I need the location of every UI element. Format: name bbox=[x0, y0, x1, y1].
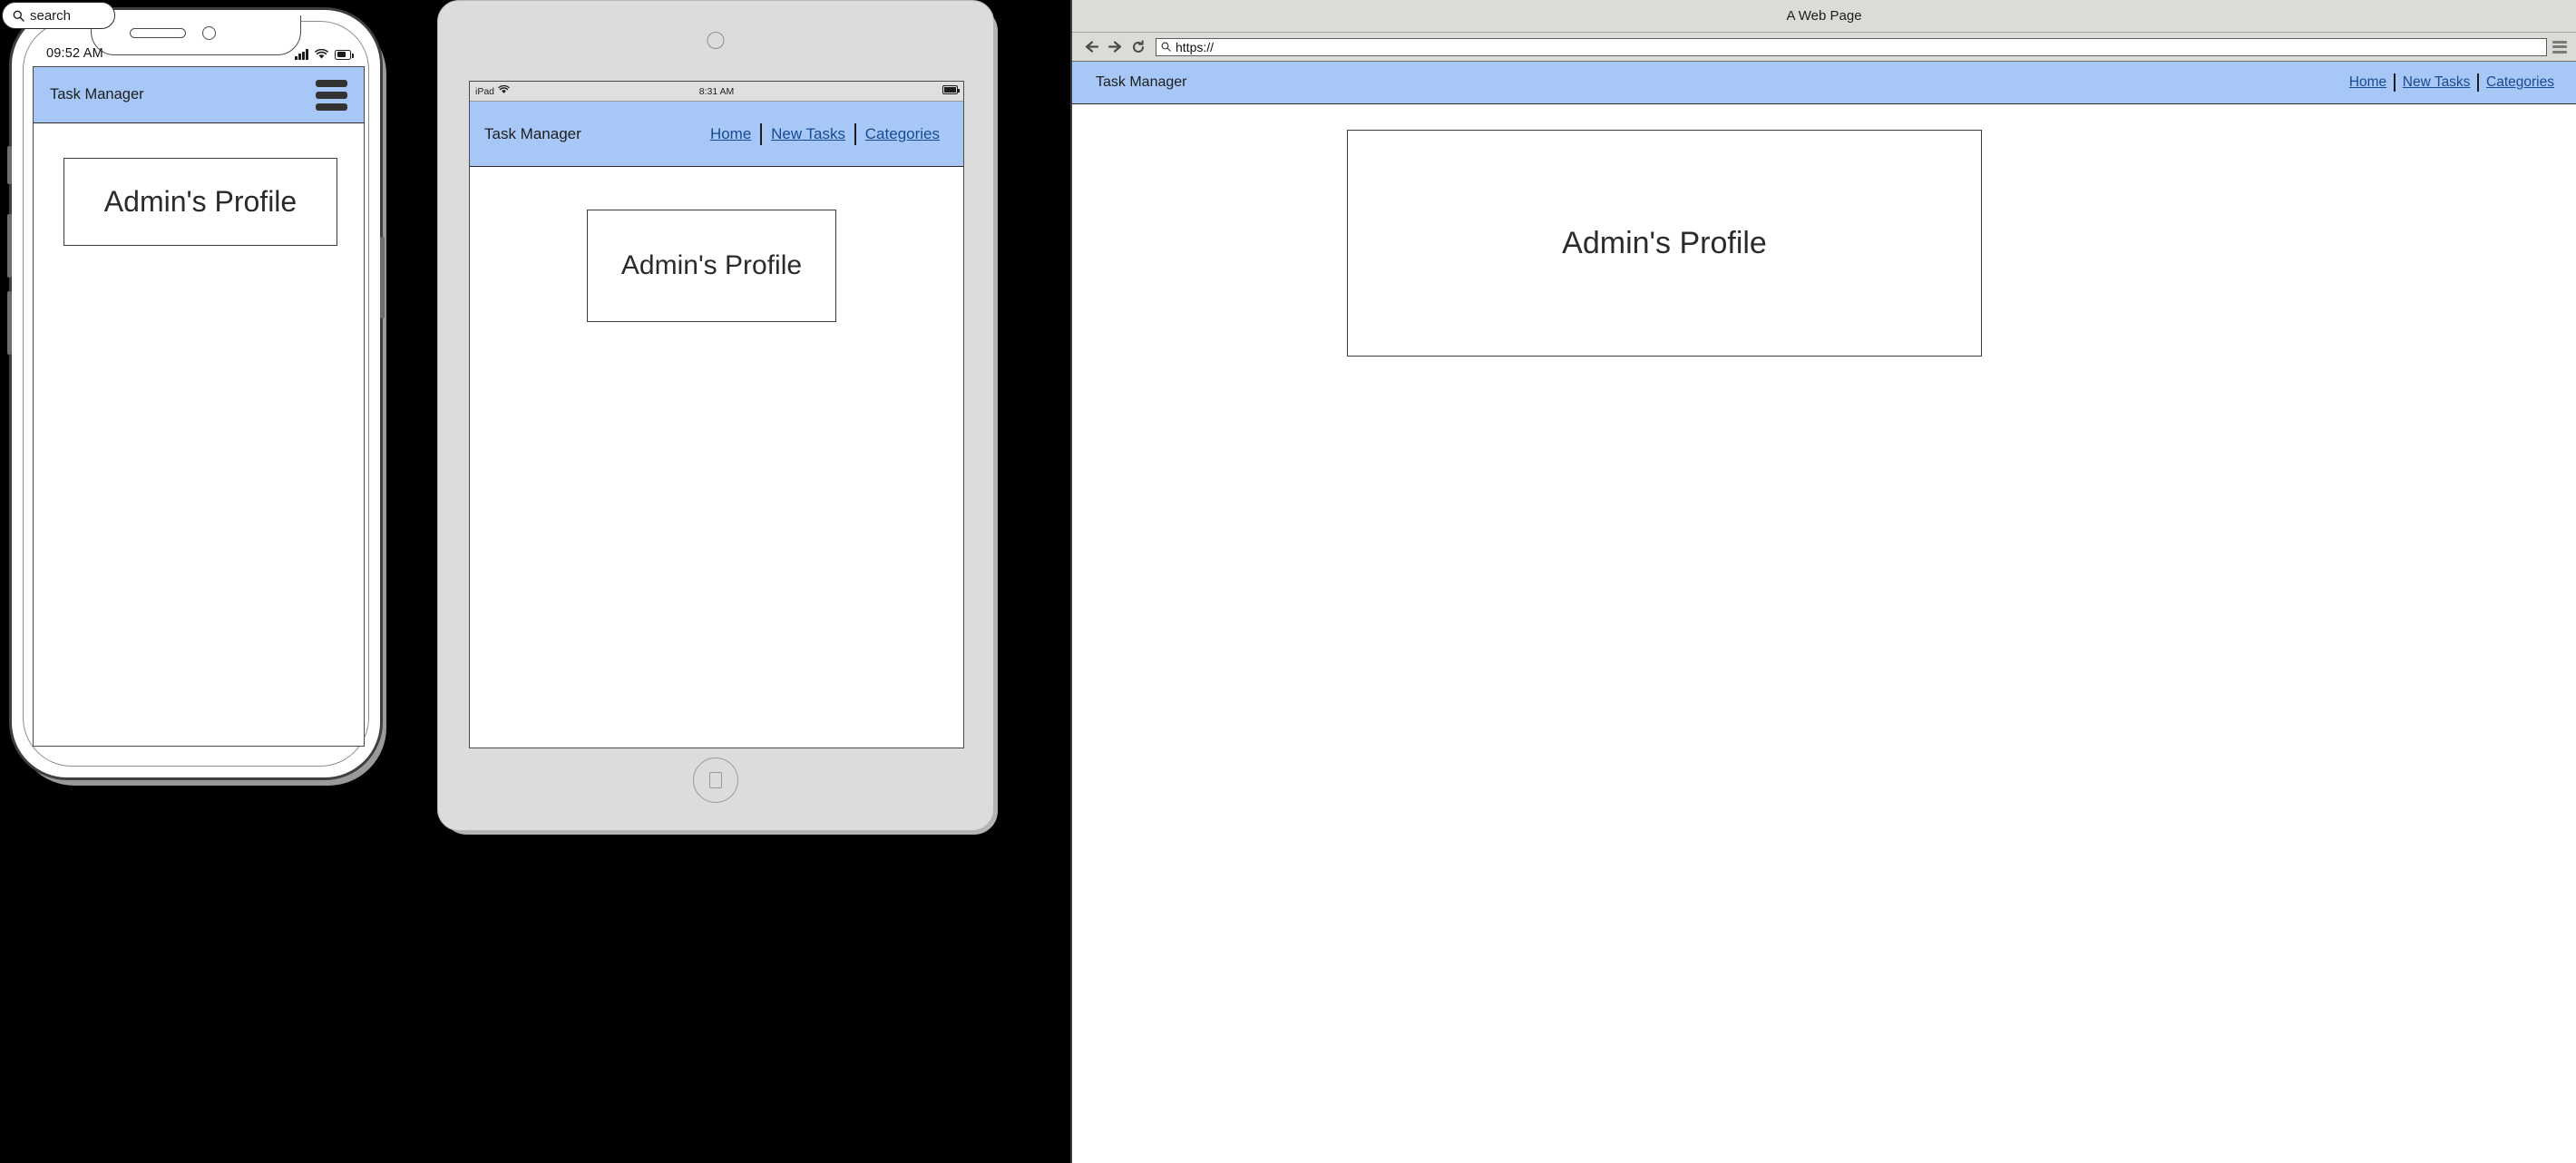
browser-nav-link-home[interactable]: Home bbox=[2342, 74, 2394, 91]
tablet-status-right bbox=[942, 85, 960, 97]
browser-content-area: Admin's Profile bbox=[1072, 104, 2576, 1163]
search-overlay-label: search bbox=[30, 7, 72, 24]
phone-silent-switch[interactable] bbox=[7, 146, 12, 184]
tablet-nav-link-categories[interactable]: Categories bbox=[856, 125, 949, 143]
tablet-status-time: 8:31 AM bbox=[698, 85, 735, 97]
tablet-app-title: Task Manager bbox=[484, 124, 581, 142]
browser-nav-link-categories[interactable]: Categories bbox=[2479, 74, 2561, 91]
search-icon bbox=[1161, 42, 1171, 52]
phone-app-bar: Task Manager bbox=[34, 67, 364, 123]
browser-app-title: Task Manager bbox=[1096, 74, 1187, 90]
arrow-left-icon[interactable] bbox=[1079, 35, 1103, 59]
phone-volume-up-button[interactable] bbox=[7, 214, 12, 278]
phone-screen: Task Manager Admin's Profile bbox=[33, 66, 365, 747]
home-button[interactable] bbox=[693, 757, 738, 803]
phone-power-button[interactable] bbox=[380, 237, 385, 318]
wifi-icon bbox=[315, 48, 328, 60]
tablet-nav-link-new-tasks[interactable]: New Tasks bbox=[762, 125, 854, 143]
phone-content-area: Admin's Profile bbox=[34, 123, 364, 746]
tablet-status-bar: iPad 8:31 AM bbox=[470, 82, 963, 102]
tablet-camera-icon bbox=[707, 32, 725, 49]
phone-profile-card-title: Admin's Profile bbox=[103, 185, 298, 218]
phone-status-icons bbox=[295, 48, 364, 60]
phone-app-title: Task Manager bbox=[50, 86, 144, 103]
arrow-right-icon[interactable] bbox=[1103, 35, 1127, 59]
phone-speaker-icon bbox=[130, 28, 186, 38]
search-overlay-field[interactable]: search bbox=[2, 2, 115, 29]
hamburger-menu-icon[interactable] bbox=[316, 79, 347, 111]
phone-volume-down-button[interactable] bbox=[7, 291, 12, 355]
phone-camera-icon bbox=[202, 26, 216, 40]
browser-profile-card: Admin's Profile bbox=[1347, 130, 1982, 357]
phone-status-bar: 09:52 AM bbox=[34, 41, 364, 66]
url-bar[interactable]: https:// bbox=[1156, 37, 2547, 56]
browser-mockup: A Web Page https:// Task Manager Home Ne… bbox=[1070, 0, 2576, 1163]
tablet-body: iPad 8:31 AM Task Manager Home New Tasks bbox=[437, 0, 994, 831]
browser-app-bar: Task Manager Home New Tasks Categories bbox=[1072, 62, 2576, 104]
phone-body: 09:52 AM Task Manager Admin's Profile bbox=[7, 7, 385, 780]
browser-title-bar: A Web Page bbox=[1072, 0, 2576, 33]
browser-nav-link-new-tasks[interactable]: New Tasks bbox=[2395, 74, 2478, 91]
battery-icon bbox=[335, 49, 354, 60]
tablet-mockup: iPad 8:31 AM Task Manager Home New Tasks bbox=[437, 0, 1001, 836]
browser-profile-card-title: Admin's Profile bbox=[1562, 225, 1767, 260]
reload-icon[interactable] bbox=[1127, 35, 1150, 59]
tablet-screen: iPad 8:31 AM Task Manager Home New Tasks bbox=[469, 81, 964, 748]
hamburger-menu-icon[interactable] bbox=[2552, 40, 2567, 54]
phone-status-time: 09:52 AM bbox=[46, 46, 103, 61]
url-input-value: https:// bbox=[1176, 39, 1215, 54]
phone-mockup: 09:52 AM Task Manager Admin's Profile bbox=[7, 7, 390, 787]
tablet-nav-link-home[interactable]: Home bbox=[701, 125, 760, 143]
browser-toolbar: https:// bbox=[1072, 33, 2576, 62]
signal-icon bbox=[295, 48, 308, 60]
battery-icon bbox=[942, 85, 960, 94]
tablet-content-area: Admin's Profile bbox=[470, 167, 963, 748]
browser-nav-links: Home New Tasks Categories bbox=[2342, 73, 2561, 92]
home-button-square-icon bbox=[709, 772, 722, 788]
browser-window-title: A Web Page bbox=[1786, 8, 1862, 24]
tablet-profile-card: Admin's Profile bbox=[587, 210, 836, 322]
tablet-profile-card-title: Admin's Profile bbox=[620, 250, 803, 280]
tablet-app-bar: Task Manager Home New Tasks Categories bbox=[470, 102, 963, 167]
tablet-nav-links: Home New Tasks Categories bbox=[701, 122, 949, 145]
phone-profile-card: Admin's Profile bbox=[63, 158, 337, 246]
search-icon bbox=[13, 10, 24, 22]
